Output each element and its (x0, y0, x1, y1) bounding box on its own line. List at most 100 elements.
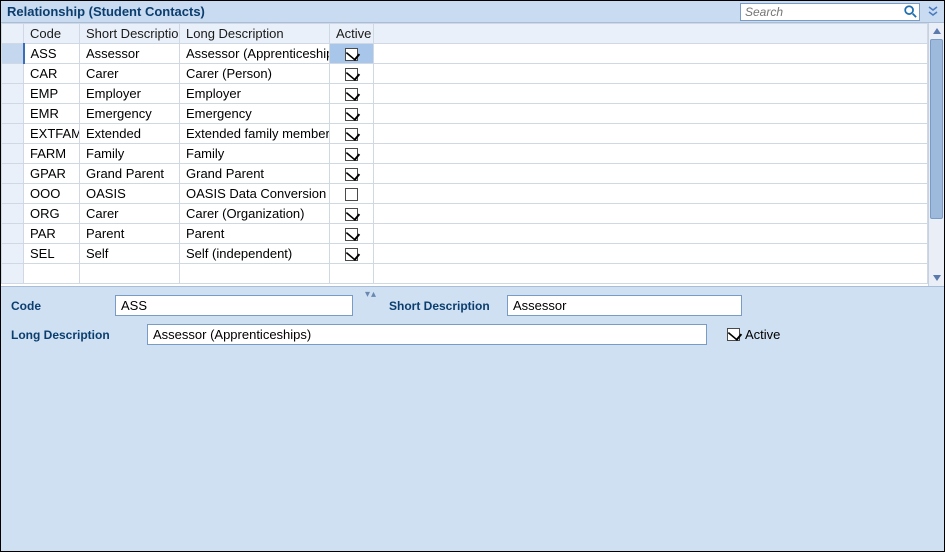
cell-short[interactable]: Family (80, 144, 180, 164)
cell-active[interactable] (330, 264, 374, 284)
table-row[interactable]: PARParentParent (2, 224, 928, 244)
row-selector[interactable] (2, 264, 24, 284)
cell-active[interactable] (330, 104, 374, 124)
vertical-scrollbar[interactable] (928, 23, 944, 286)
active-row-checkbox[interactable] (345, 208, 358, 221)
cell-code[interactable]: ASS (24, 44, 80, 64)
table-row[interactable]: ORGCarerCarer (Organization) (2, 204, 928, 224)
cell-active[interactable] (330, 224, 374, 244)
cell-code[interactable]: PAR (24, 224, 80, 244)
table-row[interactable]: EMREmergencyEmergency (2, 104, 928, 124)
resize-handle-icon[interactable]: ▾▴ (361, 289, 381, 300)
row-selector[interactable] (2, 224, 24, 244)
active-checkbox[interactable] (727, 328, 740, 341)
cell-long[interactable] (180, 264, 330, 284)
cell-long[interactable]: Extended family member (180, 124, 330, 144)
long-description-input[interactable] (147, 324, 707, 345)
active-row-checkbox[interactable] (345, 128, 358, 141)
cell-code[interactable]: GPAR (24, 164, 80, 184)
cell-short[interactable]: Self (80, 244, 180, 264)
table-row[interactable] (2, 264, 928, 284)
cell-short[interactable]: Carer (80, 64, 180, 84)
table-row[interactable]: FARMFamilyFamily (2, 144, 928, 164)
row-selector[interactable] (2, 104, 24, 124)
cell-long[interactable]: Carer (Organization) (180, 204, 330, 224)
cell-long[interactable]: Emergency (180, 104, 330, 124)
row-selector[interactable] (2, 64, 24, 84)
scroll-up-icon[interactable] (929, 23, 944, 39)
search-input[interactable] (740, 3, 920, 21)
cell-short[interactable]: OASIS (80, 184, 180, 204)
cell-short[interactable]: Extended (80, 124, 180, 144)
table-row[interactable]: CARCarerCarer (Person) (2, 64, 928, 84)
cell-long[interactable]: Carer (Person) (180, 64, 330, 84)
cell-code[interactable]: SEL (24, 244, 80, 264)
cell-active[interactable] (330, 64, 374, 84)
cell-active[interactable] (330, 204, 374, 224)
cell-code[interactable]: EMR (24, 104, 80, 124)
row-selector[interactable] (2, 44, 24, 64)
cell-short[interactable]: Parent (80, 224, 180, 244)
cell-active[interactable] (330, 124, 374, 144)
cell-active[interactable] (330, 244, 374, 264)
code-input[interactable] (115, 295, 353, 316)
short-description-input[interactable] (507, 295, 742, 316)
row-selector[interactable] (2, 144, 24, 164)
table-row[interactable]: EXTFAMExtendedExtended family member (2, 124, 928, 144)
cell-code[interactable]: EMP (24, 84, 80, 104)
cell-short[interactable]: Assessor (80, 44, 180, 64)
active-row-checkbox[interactable] (345, 168, 358, 181)
row-selector[interactable] (2, 124, 24, 144)
cell-code[interactable]: EXTFAM (24, 124, 80, 144)
row-selector[interactable] (2, 84, 24, 104)
search-box[interactable] (740, 3, 920, 21)
cell-long[interactable]: Self (independent) (180, 244, 330, 264)
cell-short[interactable]: Carer (80, 204, 180, 224)
col-header-code[interactable]: Code (24, 24, 80, 44)
active-row-checkbox[interactable] (345, 248, 358, 261)
cell-long[interactable]: Family (180, 144, 330, 164)
active-row-checkbox[interactable] (345, 88, 358, 101)
active-row-checkbox[interactable] (345, 108, 358, 121)
cell-active[interactable] (330, 184, 374, 204)
row-selector[interactable] (2, 204, 24, 224)
table-row[interactable]: OOOOASISOASIS Data Conversion (2, 184, 928, 204)
scroll-thumb[interactable] (930, 39, 943, 219)
cell-code[interactable]: ORG (24, 204, 80, 224)
cell-code[interactable]: OOO (24, 184, 80, 204)
active-row-checkbox[interactable] (345, 148, 358, 161)
cell-short[interactable]: Emergency (80, 104, 180, 124)
cell-long[interactable]: Grand Parent (180, 164, 330, 184)
active-row-checkbox[interactable] (345, 68, 358, 81)
collapse-icon[interactable] (926, 5, 940, 19)
col-header-short[interactable]: Short Description (80, 24, 180, 44)
table-row[interactable]: EMPEmployerEmployer (2, 84, 928, 104)
cell-long[interactable]: Assessor (Apprenticeships) (180, 44, 330, 64)
active-row-checkbox[interactable] (345, 48, 358, 61)
cell-active[interactable] (330, 84, 374, 104)
cell-code[interactable]: FARM (24, 144, 80, 164)
cell-short[interactable]: Employer (80, 84, 180, 104)
cell-code[interactable]: CAR (24, 64, 80, 84)
row-selector[interactable] (2, 164, 24, 184)
col-header-long[interactable]: Long Description (180, 24, 330, 44)
cell-short[interactable] (80, 264, 180, 284)
scroll-down-icon[interactable] (929, 270, 944, 286)
active-row-checkbox[interactable] (345, 228, 358, 241)
table-row[interactable]: ASSAssessorAssessor (Apprenticeships) (2, 44, 928, 64)
cell-long[interactable]: OASIS Data Conversion (180, 184, 330, 204)
cell-long[interactable]: Parent (180, 224, 330, 244)
cell-active[interactable] (330, 164, 374, 184)
cell-long[interactable]: Employer (180, 84, 330, 104)
row-selector[interactable] (2, 184, 24, 204)
col-header-active[interactable]: Active (330, 24, 374, 44)
cell-code[interactable] (24, 264, 80, 284)
cell-active[interactable] (330, 44, 374, 64)
row-selector[interactable] (2, 244, 24, 264)
data-grid[interactable]: Code Short Description Long Description … (1, 23, 928, 284)
table-row[interactable]: SELSelfSelf (independent) (2, 244, 928, 264)
table-row[interactable]: GPARGrand ParentGrand Parent (2, 164, 928, 184)
active-row-checkbox[interactable] (345, 188, 358, 201)
cell-short[interactable]: Grand Parent (80, 164, 180, 184)
cell-active[interactable] (330, 144, 374, 164)
